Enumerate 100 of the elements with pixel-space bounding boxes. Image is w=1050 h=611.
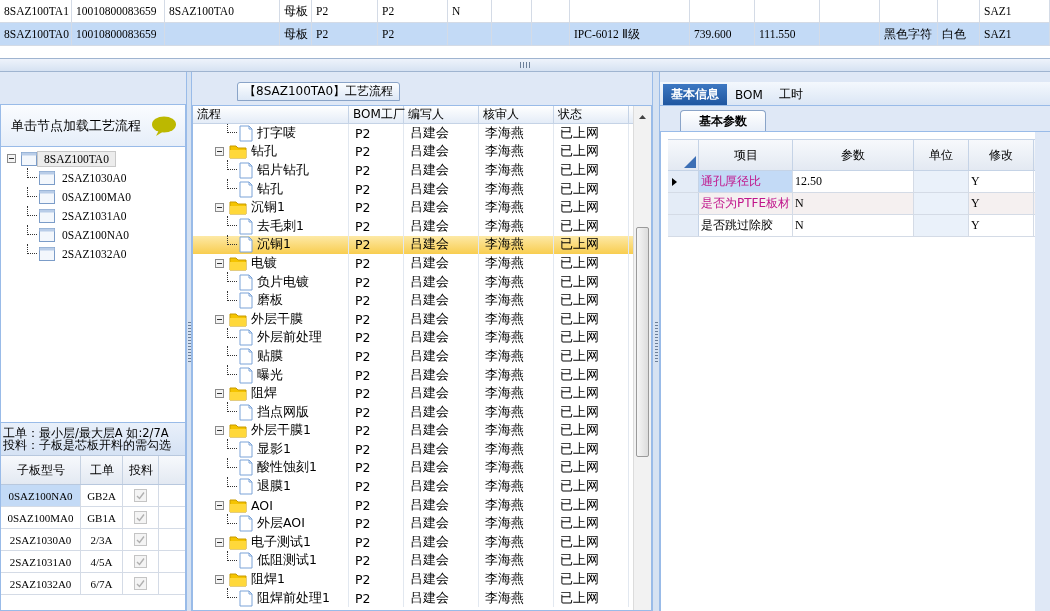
- table-cell: 李海燕: [479, 495, 554, 515]
- scrollbar[interactable]: [633, 106, 651, 610]
- column-header[interactable]: 项目: [699, 140, 793, 170]
- tree-node[interactable]: 0SAZ100MA0: [55, 188, 138, 205]
- step-name: 贴膜: [257, 347, 283, 365]
- collapse-icon[interactable]: [215, 537, 224, 547]
- row-header[interactable]: [668, 171, 699, 192]
- column-header[interactable]: 投料: [123, 456, 159, 484]
- checkbox[interactable]: [134, 511, 147, 524]
- checkbox[interactable]: [134, 489, 147, 502]
- column-header[interactable]: 修改: [969, 140, 1034, 170]
- table-cell[interactable]: 0SAZ100NA0: [1, 485, 81, 506]
- process-row[interactable]: 沉铜1 P2 吕建会 李海燕 已上网: [193, 198, 633, 217]
- document-icon: [239, 180, 253, 198]
- process-row[interactable]: 电子测试1 P2 吕建会 李海燕 已上网: [193, 533, 633, 552]
- tree-node[interactable]: 2SAZ1031A0: [55, 207, 134, 224]
- collapse-icon[interactable]: [215, 575, 224, 585]
- table-cell: 吕建会: [404, 402, 479, 422]
- collapse-icon[interactable]: [215, 389, 224, 399]
- process-row[interactable]: 去毛刺1 P2 吕建会 李海燕 已上网: [193, 216, 633, 236]
- process-row[interactable]: 外层干膜1 P2 吕建会 李海燕 已上网: [193, 421, 633, 441]
- process-row[interactable]: 外层干膜 P2 吕建会 李海燕 已上网: [193, 309, 633, 329]
- process-row[interactable]: AOI P2 吕建会 李海燕 已上网: [193, 495, 633, 515]
- window-icon: [21, 151, 37, 166]
- table-cell: 吕建会: [404, 533, 479, 552]
- table-cell: 已上网: [554, 458, 629, 478]
- table-cell: 吕建会: [404, 440, 479, 459]
- process-row[interactable]: 电镀 P2 吕建会 李海燕 已上网: [193, 254, 633, 273]
- table-cell: P2: [349, 477, 404, 496]
- process-row[interactable]: 打字唛 P2 吕建会 李海燕 已上网: [193, 124, 633, 143]
- grid-row[interactable]: 8SAZ100TA1 10010800083659 8SAZ100TA0 母板 P2 P2 N SAZ1: [0, 0, 1050, 23]
- table-cell: 李海燕: [479, 216, 554, 236]
- column-header[interactable]: 核审人: [479, 106, 554, 123]
- tree-node[interactable]: 2SAZ1032A0: [55, 245, 134, 262]
- process-row[interactable]: 显影1 P2 吕建会 李海燕 已上网: [193, 440, 633, 459]
- tab[interactable]: 基本信息: [663, 84, 727, 105]
- process-row[interactable]: 曝光 P2 吕建会 李海燕 已上网: [193, 365, 633, 385]
- process-row[interactable]: 挡点网版 P2 吕建会 李海燕 已上网: [193, 402, 633, 422]
- process-row[interactable]: 阻焊1 P2 吕建会 李海燕 已上网: [193, 570, 633, 589]
- table-cell: P2: [349, 588, 404, 608]
- process-row[interactable]: 外层前处理 P2 吕建会 李海燕 已上网: [193, 328, 633, 348]
- column-header[interactable]: 编写人: [404, 106, 479, 123]
- tab[interactable]: 工时: [770, 84, 811, 105]
- tree-node[interactable]: 8SAZ100TA0: [37, 150, 116, 167]
- checkbox[interactable]: [134, 555, 147, 568]
- table-cell: P2: [349, 365, 404, 385]
- process-row[interactable]: 负片电镀 P2 吕建会 李海燕 已上网: [193, 272, 633, 292]
- column-header[interactable]: 子板型号: [1, 456, 81, 484]
- table-cell: 吕建会: [404, 570, 479, 589]
- table-cell: 吕建会: [404, 198, 479, 217]
- collapse-icon[interactable]: [215, 500, 224, 510]
- process-row[interactable]: 低阻测试1 P2 吕建会 李海燕 已上网: [193, 551, 633, 571]
- table-cell: P2: [349, 216, 404, 236]
- collapse-icon[interactable]: [215, 147, 224, 157]
- column-header[interactable]: 流程: [193, 106, 349, 123]
- table-cell: 已上网: [554, 291, 629, 310]
- process-row[interactable]: 贴膜 P2 吕建会 李海燕 已上网: [193, 347, 633, 366]
- process-row[interactable]: 磨板 P2 吕建会 李海燕 已上网: [193, 291, 633, 310]
- column-header[interactable]: BOM工厂: [349, 106, 404, 123]
- column-header[interactable]: 参数: [793, 140, 914, 170]
- process-row[interactable]: 铝片钻孔 P2 吕建会 李海燕 已上网: [193, 161, 633, 180]
- table-cell: 李海燕: [479, 161, 554, 180]
- collapse-icon[interactable]: [215, 314, 224, 324]
- table-cell: SAZ1: [980, 23, 1050, 45]
- tab[interactable]: 基本参数: [680, 110, 766, 131]
- scroll-up-icon[interactable]: [638, 112, 647, 122]
- step-name: 阻焊前处理1: [257, 589, 330, 607]
- window-icon: [39, 189, 55, 204]
- tab[interactable]: BOM: [727, 84, 771, 105]
- checkbox[interactable]: [134, 577, 147, 590]
- tree-node[interactable]: 0SAZ100NA0: [55, 226, 137, 243]
- collapse-icon[interactable]: [215, 426, 224, 436]
- process-row[interactable]: 阻焊前处理1 P2 吕建会 李海燕 已上网: [193, 588, 633, 608]
- collapse-icon[interactable]: [7, 154, 16, 163]
- column-header[interactable]: 单位: [914, 140, 969, 170]
- process-row[interactable]: 阻焊 P2 吕建会 李海燕 已上网: [193, 384, 633, 403]
- step-name: 低阻测试1: [257, 552, 317, 570]
- step-name: 外层干膜1: [251, 422, 311, 440]
- table-cell: 吕建会: [404, 254, 479, 273]
- process-row[interactable]: 退膜1 P2 吕建会 李海燕 已上网: [193, 477, 633, 496]
- process-row[interactable]: 酸性蚀刻1 P2 吕建会 李海燕 已上网: [193, 458, 633, 478]
- table-cell: 8SAZ100TA1: [0, 0, 72, 22]
- table-cell: P2: [378, 23, 448, 45]
- window-icon: [39, 170, 55, 185]
- process-row[interactable]: 钻孔 P2 吕建会 李海燕 已上网: [193, 179, 633, 199]
- column-header[interactable]: 工单: [81, 456, 123, 484]
- table-cell: 已上网: [554, 402, 629, 422]
- table-cell: P2: [349, 254, 404, 273]
- collapse-icon[interactable]: [215, 258, 224, 268]
- folder-icon: [229, 200, 247, 216]
- table-cell: 李海燕: [479, 124, 554, 143]
- table-cell: P2: [349, 124, 404, 143]
- process-row[interactable]: 钻孔 P2 吕建会 李海燕 已上网: [193, 142, 633, 162]
- column-header[interactable]: 状态: [554, 106, 629, 123]
- process-row[interactable]: 沉铜1 P2 吕建会 李海燕 已上网: [193, 235, 633, 255]
- grid-row[interactable]: 8SAZ100TA0 10010800083659 母板 P2 P2 IPC-6012 Ⅱ级 739.600 111.550 黑色字符 白色 SAZ1: [0, 23, 1050, 46]
- collapse-icon[interactable]: [215, 203, 224, 213]
- tree-node[interactable]: 2SAZ1030A0: [55, 169, 134, 186]
- process-row[interactable]: 外层AOI P2 吕建会 李海燕 已上网: [193, 514, 633, 534]
- checkbox[interactable]: [134, 533, 147, 546]
